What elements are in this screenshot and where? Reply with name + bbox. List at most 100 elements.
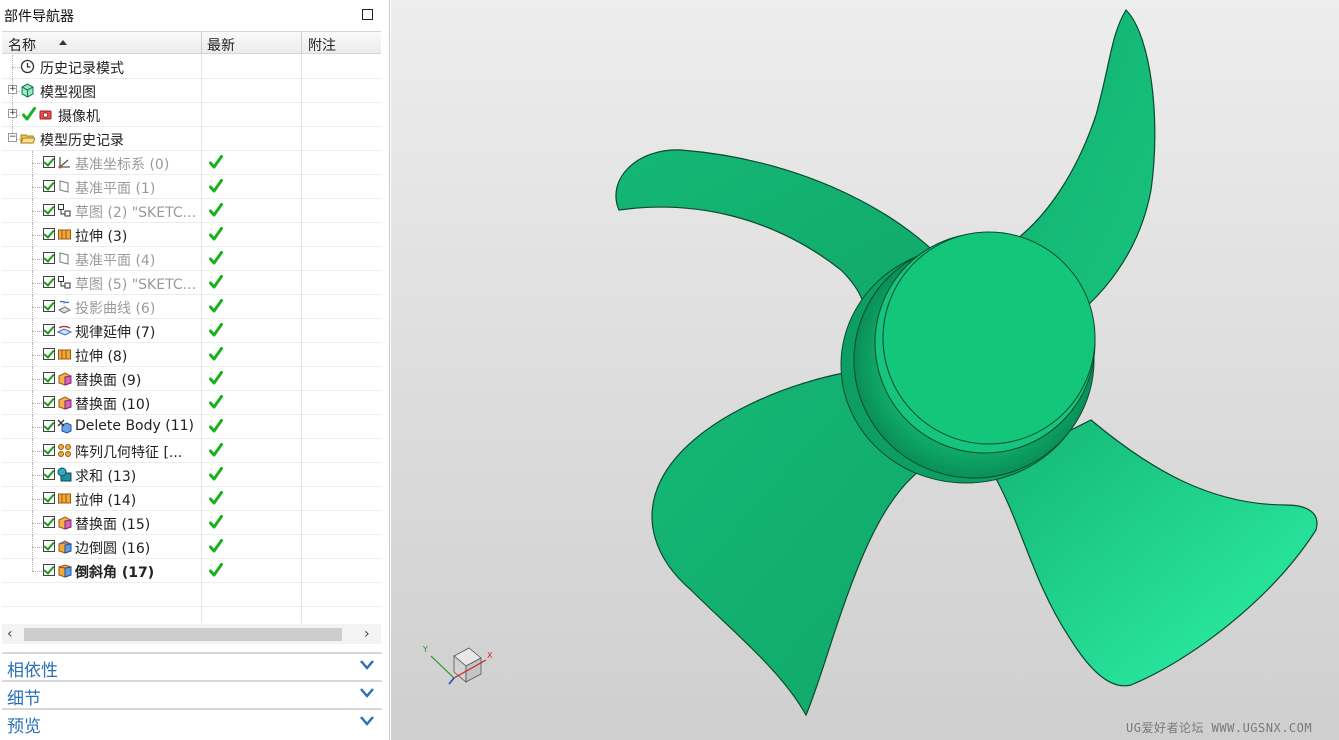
feature-row[interactable]: 规律延伸 (7): [2, 319, 381, 343]
latest-check-icon: [209, 154, 223, 170]
feature-row[interactable]: 拉伸 (8): [2, 343, 381, 367]
column-divider: [201, 463, 202, 487]
feature-label: Delete Body (11): [75, 418, 194, 434]
sketch-icon: [57, 275, 72, 290]
empty-row[interactable]: [2, 607, 381, 623]
tree-connector: [32, 475, 42, 476]
tree-node[interactable]: + 模型视图: [2, 79, 381, 103]
feature-row[interactable]: 求和 (13): [2, 463, 381, 487]
feature-checkbox[interactable]: [43, 180, 55, 192]
feature-checkbox[interactable]: [43, 228, 55, 240]
feature-row[interactable]: 基准坐标系 (0): [2, 151, 381, 175]
column-divider: [201, 607, 202, 623]
datum-plane-icon: [57, 179, 72, 194]
feature-row[interactable]: 拉伸 (14): [2, 487, 381, 511]
feature-checkbox[interactable]: [43, 540, 55, 552]
section-preview[interactable]: 预览: [2, 708, 382, 737]
scrollbar-thumb[interactable]: [24, 628, 342, 641]
feature-checkbox[interactable]: [43, 492, 55, 504]
feature-row[interactable]: 拉伸 (3): [2, 223, 381, 247]
feature-row[interactable]: 阵列几何特征 [...: [2, 439, 381, 463]
section-title: 细节: [7, 689, 41, 709]
sort-ascending-icon: [59, 40, 67, 45]
latest-check-icon: [209, 322, 223, 338]
collapse-toggle[interactable]: −: [8, 133, 17, 142]
feature-label: 边倒圆 (16): [75, 541, 151, 557]
feature-row[interactable]: 草图 (2) "SKETC...: [2, 199, 381, 223]
navigator-title: 部件导航器: [4, 9, 74, 25]
column-divider[interactable]: [301, 32, 302, 54]
replace-face-icon: [57, 371, 72, 386]
tree-connector: [32, 523, 42, 524]
expand-toggle[interactable]: +: [8, 85, 17, 94]
feature-checkbox[interactable]: [43, 444, 55, 456]
feature-checkbox[interactable]: [43, 204, 55, 216]
tree-node[interactable]: + 摄像机: [2, 103, 381, 127]
column-divider: [201, 511, 202, 535]
feature-checkbox[interactable]: [43, 420, 55, 432]
tree-connector: [32, 403, 42, 404]
feature-row[interactable]: 基准平面 (1): [2, 175, 381, 199]
column-divider: [301, 271, 302, 295]
feature-row[interactable]: 边倒圆 (16): [2, 535, 381, 559]
tree-node[interactable]: − 模型历史记录: [2, 127, 381, 151]
column-divider: [301, 175, 302, 199]
feature-checkbox[interactable]: [43, 372, 55, 384]
feature-label: 替换面 (9): [75, 373, 142, 389]
tree-node[interactable]: 历史记录模式: [2, 55, 381, 79]
horizontal-scrollbar[interactable]: ‹ ›: [2, 624, 381, 644]
feature-checkbox[interactable]: [43, 468, 55, 480]
visible-check-icon[interactable]: [22, 106, 36, 126]
column-notes-header[interactable]: 附注: [308, 35, 336, 55]
tree-connector: [32, 379, 42, 380]
datum-plane-icon: [57, 251, 72, 266]
feature-row[interactable]: 替换面 (10): [2, 391, 381, 415]
coordinate-triad: X Y: [422, 645, 493, 685]
fan-model[interactable]: [391, 0, 1339, 740]
feature-row[interactable]: 倒斜角 (17): [2, 559, 381, 583]
feature-row[interactable]: 基准平面 (4): [2, 247, 381, 271]
tree-connector: [32, 331, 42, 332]
feature-checkbox[interactable]: [43, 300, 55, 312]
folder-open-icon: [20, 131, 36, 146]
empty-row[interactable]: [2, 583, 381, 607]
part-navigator: 部件导航器 名称 最新 附注 历史记录模式 + 模型视图 + 摄像机 − 模型历史记录 基准坐…: [0, 0, 390, 740]
latest-check-icon: [209, 250, 223, 266]
model-view-icon: [20, 83, 35, 98]
tree-connector: [32, 559, 33, 571]
feature-checkbox[interactable]: [43, 516, 55, 528]
expand-toggle[interactable]: +: [8, 109, 17, 118]
scroll-left-icon[interactable]: ‹: [7, 626, 13, 642]
feature-checkbox[interactable]: [43, 252, 55, 264]
section-dependencies[interactable]: 相依性: [2, 652, 382, 681]
feature-label: 求和 (13): [75, 469, 137, 485]
scroll-right-icon[interactable]: ›: [364, 626, 370, 642]
column-divider: [201, 55, 202, 79]
feature-checkbox[interactable]: [43, 156, 55, 168]
feature-row[interactable]: Delete Body (11): [2, 415, 381, 439]
tree-connector: [32, 451, 42, 452]
feature-checkbox[interactable]: [43, 324, 55, 336]
feature-row[interactable]: 草图 (5) "SKETC...: [2, 271, 381, 295]
latest-check-icon: [209, 466, 223, 482]
tree-connector: [32, 307, 42, 308]
feature-label: 规律延伸 (7): [75, 325, 156, 341]
column-name-header[interactable]: 名称: [8, 35, 36, 55]
feature-checkbox[interactable]: [43, 396, 55, 408]
feature-checkbox[interactable]: [43, 348, 55, 360]
column-divider: [301, 391, 302, 415]
feature-row[interactable]: 替换面 (15): [2, 511, 381, 535]
chamfer-icon: [57, 563, 72, 578]
column-divider[interactable]: [201, 32, 202, 54]
feature-row[interactable]: 投影曲线 (6): [2, 295, 381, 319]
section-details[interactable]: 细节: [2, 680, 382, 709]
tree-connector: [32, 259, 42, 260]
maximize-icon[interactable]: [362, 9, 373, 20]
latest-check-icon: [209, 442, 223, 458]
feature-row[interactable]: 替换面 (9): [2, 367, 381, 391]
column-latest-header[interactable]: 最新: [207, 35, 235, 55]
feature-checkbox[interactable]: [43, 564, 55, 576]
feature-checkbox[interactable]: [43, 276, 55, 288]
column-divider: [301, 319, 302, 343]
graphics-viewport[interactable]: X Y UG爱好者论坛 WWW.UGSNX.COM: [391, 0, 1339, 740]
